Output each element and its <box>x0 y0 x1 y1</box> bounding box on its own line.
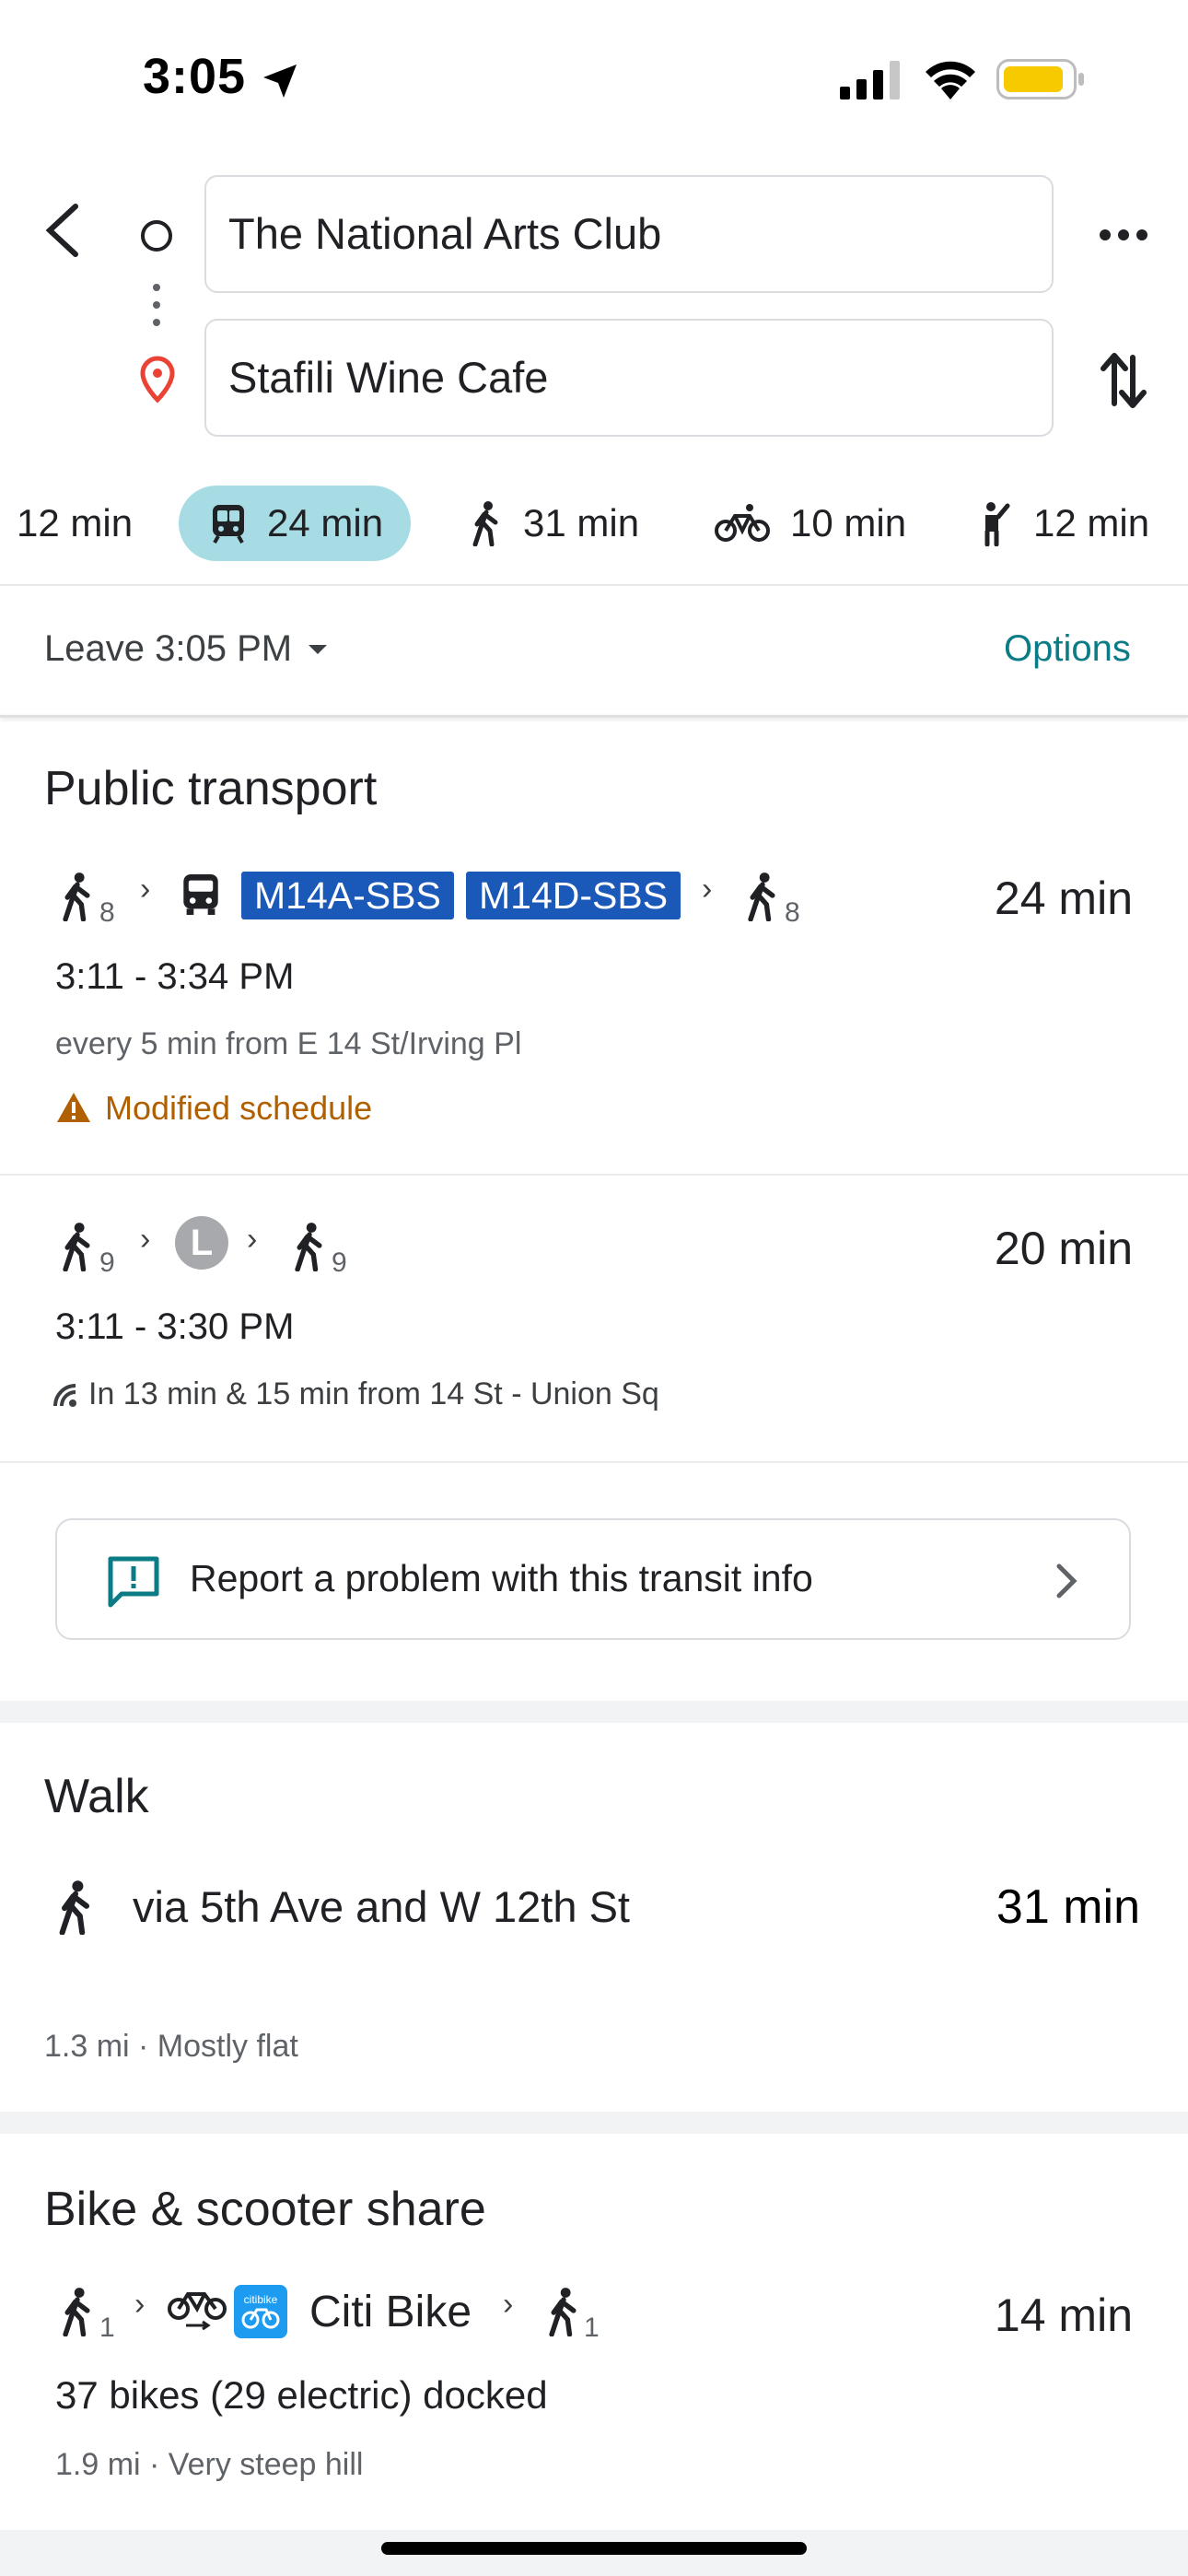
destination-field[interactable]: Stafili Wine Cafe <box>204 319 1054 437</box>
walk-minutes: 1 <box>99 2313 115 2343</box>
tab-transit[interactable]: 24 min <box>179 486 412 561</box>
route-time-range: 3:11 - 3:34 PM <box>55 956 295 997</box>
walk-icon <box>748 872 775 921</box>
walk-minutes: 1 <box>584 2313 600 2343</box>
report-problem-label: Report a problem with this transit info <box>190 1557 813 1599</box>
warning-icon <box>57 1093 90 1122</box>
tab-ride-hail-label: 12 min <box>1033 501 1150 544</box>
origin-field[interactable]: The National Arts Club <box>204 175 1054 293</box>
bike-share-icon <box>168 2292 227 2331</box>
tab-bike[interactable]: 10 min <box>715 486 906 561</box>
tab-walk[interactable]: 31 min <box>470 486 639 561</box>
bike-share-details: 1.9 mi · Very steep hill <box>55 2447 364 2482</box>
origin-circle-icon <box>141 220 172 252</box>
chevron-right-icon: › <box>702 872 713 907</box>
transit-icon <box>213 505 244 544</box>
walk-icon <box>549 2288 577 2336</box>
leave-time-label: Leave 3:05 PM <box>44 628 293 669</box>
walk-icon <box>63 1223 90 1271</box>
feedback-icon <box>108 1556 159 1608</box>
route-duration: 24 min <box>994 872 1133 924</box>
chevron-right-icon <box>1056 1563 1077 1598</box>
bike-share-duration: 14 min <box>994 2289 1133 2341</box>
battery-icon <box>996 59 1084 100</box>
home-indicator[interactable] <box>381 2542 807 2555</box>
walk-minutes: 9 <box>99 1247 115 1278</box>
walk-minutes: 8 <box>785 897 800 928</box>
walk-title: Walk <box>44 1770 149 1823</box>
bike-share-title: Bike & scooter share <box>44 2183 486 2236</box>
walk-duration: 31 min <box>996 1880 1140 1934</box>
leave-time-selector[interactable]: Leave 3:05 PM <box>44 628 329 670</box>
walk-icon <box>63 872 90 921</box>
ride-hail-icon <box>984 502 1010 546</box>
walk-icon <box>63 2288 90 2336</box>
back-arrow-icon[interactable] <box>41 203 85 258</box>
more-options-icon[interactable] <box>1096 221 1151 249</box>
tab-ride-hail[interactable]: 12 min <box>976 486 1149 561</box>
chevron-right-icon: › <box>503 2287 514 2322</box>
walk-icon <box>295 1223 322 1271</box>
schedule-alert: Modified schedule <box>105 1089 373 1127</box>
tab-transit-label: 24 min <box>267 501 384 544</box>
chevron-right-icon: › <box>140 872 151 907</box>
citi-bike-logo: citibike <box>234 2285 287 2338</box>
route-frequency: every 5 min from E 14 St/Irving Pl <box>55 1026 522 1061</box>
public-transport-title: Public transport <box>44 762 378 815</box>
report-problem-button[interactable]: Report a problem with this transit info <box>55 1518 1131 1640</box>
walk-minutes: 8 <box>99 897 115 928</box>
walk-icon <box>59 1880 89 1935</box>
bike-share-service: Citi Bike <box>309 2288 472 2336</box>
chevron-right-icon: › <box>247 1222 258 1257</box>
tab-bike-label: 10 min <box>790 501 907 544</box>
transit-badge: M14D-SBS <box>466 872 681 919</box>
cellular-signal-icon <box>840 61 900 100</box>
bike-availability: 37 bikes (29 electric) docked <box>55 2373 548 2417</box>
route-dots-icon <box>153 284 160 326</box>
walk-via: via 5th Ave and W 12th St <box>133 1882 630 1931</box>
options-link[interactable]: Options <box>1004 628 1131 670</box>
chevron-right-icon: › <box>134 2287 146 2322</box>
walk-details: 1.3 mi · Mostly flat <box>44 2029 298 2064</box>
status-time: 3:05 <box>143 49 247 104</box>
subway-line-badge: L <box>175 1216 228 1270</box>
route-time-range: 3:11 - 3:30 PM <box>55 1306 295 1347</box>
bike-icon <box>715 504 770 542</box>
chevron-right-icon: › <box>140 1222 151 1257</box>
dropdown-arrow-icon <box>309 644 328 654</box>
transit-badge: M14A-SBS <box>241 872 454 919</box>
tab-walk-label: 31 min <box>523 501 640 544</box>
destination-pin-icon <box>140 356 175 404</box>
realtime-icon <box>53 1384 76 1407</box>
wifi-icon <box>926 61 975 100</box>
realtime-departures: In 13 min & 15 min from 14 St - Union Sq <box>88 1376 659 1411</box>
bus-icon <box>183 874 218 915</box>
tab-drive[interactable]: 12 min <box>17 486 133 561</box>
walk-minutes: 9 <box>332 1247 347 1278</box>
svg-text:citibike: citibike <box>244 2293 278 2306</box>
swap-icon[interactable] <box>1098 350 1149 411</box>
location-arrow-icon <box>263 64 297 98</box>
route-duration: 20 min <box>994 1223 1133 1274</box>
walk-icon <box>472 501 498 546</box>
tab-drive-label: 12 min <box>17 501 134 544</box>
